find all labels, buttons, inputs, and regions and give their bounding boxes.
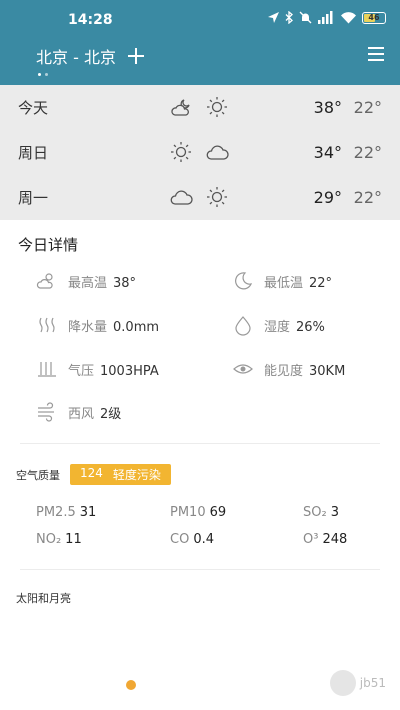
pressure-item: 气压 1003HPA	[36, 358, 159, 380]
watermark-logo-icon	[329, 670, 356, 696]
water-drop-icon	[235, 316, 251, 336]
battery-icon: 46	[362, 11, 386, 24]
divider	[20, 443, 380, 444]
pollutant-name: PM2.5	[36, 505, 76, 520]
pollutant-item: CO 0.4	[170, 532, 214, 547]
eye-icon	[233, 364, 253, 374]
battery-level: 46	[368, 13, 380, 22]
forecast-high: 34°	[313, 143, 342, 162]
pollutant-name: NO₂	[36, 532, 62, 547]
forecast-row[interactable]: 今天 38° 22°	[0, 85, 400, 130]
max-temp-item: 最高温 38°	[36, 270, 136, 292]
forecast-high: 29°	[313, 188, 342, 207]
air-quality-header: 空气质量 124 轻度污染	[0, 464, 400, 485]
forecast-low: 22°	[353, 98, 382, 117]
pollutant-name: PM10	[170, 505, 206, 520]
pollutant-value: 11	[65, 532, 82, 547]
pollutant-value: 0.4	[193, 532, 214, 547]
wind-icon	[38, 402, 54, 422]
visibility-item: 能见度 30KM	[232, 358, 345, 380]
divider	[20, 569, 380, 570]
bluetooth-icon	[285, 11, 293, 24]
pollutant-name: SO₂	[303, 505, 327, 520]
alarm-off-icon	[299, 11, 312, 24]
forecast-high: 38°	[313, 98, 342, 117]
pollutants-grid: PM2.5 31 PM10 69 SO₂ 3 NO₂ 11 CO 0.4 O³ 248	[0, 495, 400, 557]
precip-label: 降水量	[68, 319, 108, 335]
details-grid: 最高温 38° 最低温 22° 降水量 0.0mm 湿度 26% 气压 1003HPA	[0, 255, 400, 435]
precip-item: 降水量 0.0mm	[36, 314, 159, 336]
forecast-row[interactable]: 周一 29° 22°	[0, 175, 400, 220]
city-title[interactable]: 北京 - 北京	[36, 44, 116, 68]
min-temp-item: 最低温 22°	[232, 270, 332, 292]
forecast-day: 周一	[18, 189, 49, 207]
status-time: 14:28	[68, 12, 113, 28]
aqi-value: 124	[80, 466, 103, 480]
max-temp-value: 38°	[113, 275, 137, 291]
aqi-level: 轻度污染	[112, 468, 161, 482]
forecast-day: 今天	[18, 99, 49, 117]
details-title: 今日详情	[18, 236, 79, 254]
min-temp-label: 最低温	[264, 275, 304, 291]
pollutant-value: 248	[322, 532, 348, 547]
sun-icon	[207, 97, 227, 117]
details-section: 今日详情 最高温 38° 最低温 22° 降水量 0.0mm 湿度 26% 气压…	[0, 230, 400, 435]
min-temp-value: 22°	[309, 275, 333, 291]
moon-icon	[235, 272, 253, 290]
humidity-value: 26%	[296, 319, 325, 335]
pressure-gauge-icon	[38, 362, 56, 377]
status-icons: 46	[267, 11, 386, 24]
signal-icon	[318, 11, 333, 24]
city-row: 北京 - 北京	[36, 44, 146, 68]
air-quality-label: 空气质量	[16, 468, 60, 482]
app-header: 14:28 46 北京 - 北京	[0, 0, 400, 85]
pollutant-value: 69	[209, 505, 227, 520]
pollutant-item: O³ 248	[303, 532, 347, 547]
rain-lines-icon	[39, 317, 55, 333]
humidity-label: 湿度	[264, 319, 291, 335]
humidity-item: 湿度 26%	[232, 314, 325, 336]
cloud-icon	[206, 145, 229, 160]
visibility-label: 能见度	[264, 363, 304, 379]
add-city-icon[interactable]	[126, 46, 146, 66]
watermark: jb51	[329, 670, 386, 696]
max-temp-label: 最高温	[68, 275, 108, 291]
sun-icon	[207, 187, 227, 207]
sun-position-dot	[126, 680, 136, 690]
forecast-low: 22°	[353, 143, 382, 162]
pressure-value: 1003HPA	[100, 363, 159, 379]
status-bar: 14:28 46	[0, 0, 400, 38]
wind-value: 2级	[100, 406, 122, 422]
forecast-list: 今天 38° 22° 周日 34° 22° 周一 29° 22°	[0, 85, 400, 220]
aqi-badge: 124 轻度污染	[70, 464, 171, 485]
sun-moon-title: 太阳和月亮	[16, 592, 71, 605]
forecast-low: 22°	[353, 188, 382, 207]
pollutant-value: 3	[330, 505, 339, 520]
location-arrow-icon	[268, 12, 279, 23]
watermark-text: jb51	[359, 676, 386, 690]
visibility-value: 30KM	[309, 363, 346, 379]
forecast-row[interactable]: 周日 34° 22°	[0, 130, 400, 175]
partly-cloudy-night-icon	[171, 99, 190, 116]
cloud-icon	[170, 190, 193, 205]
pollutant-item: SO₂ 3	[303, 505, 339, 520]
partly-cloudy-icon	[36, 273, 53, 289]
pollutant-item: PM10 69	[170, 505, 226, 520]
precip-value: 0.0mm	[113, 319, 160, 335]
wind-item: 西风 2级	[36, 401, 121, 423]
page-indicator	[38, 73, 48, 76]
forecast-day: 周日	[18, 144, 49, 162]
pollutant-item: NO₂ 11	[36, 532, 82, 547]
pollutant-name: O³	[303, 532, 319, 547]
sun-icon	[171, 142, 191, 162]
pollutant-item: PM2.5 31	[36, 505, 96, 520]
pressure-label: 气压	[68, 363, 95, 379]
wind-label: 西风	[68, 406, 95, 422]
wifi-icon	[341, 12, 356, 24]
pollutant-value: 31	[79, 505, 97, 520]
menu-icon[interactable]	[368, 47, 384, 61]
pollutant-name: CO	[170, 532, 190, 547]
